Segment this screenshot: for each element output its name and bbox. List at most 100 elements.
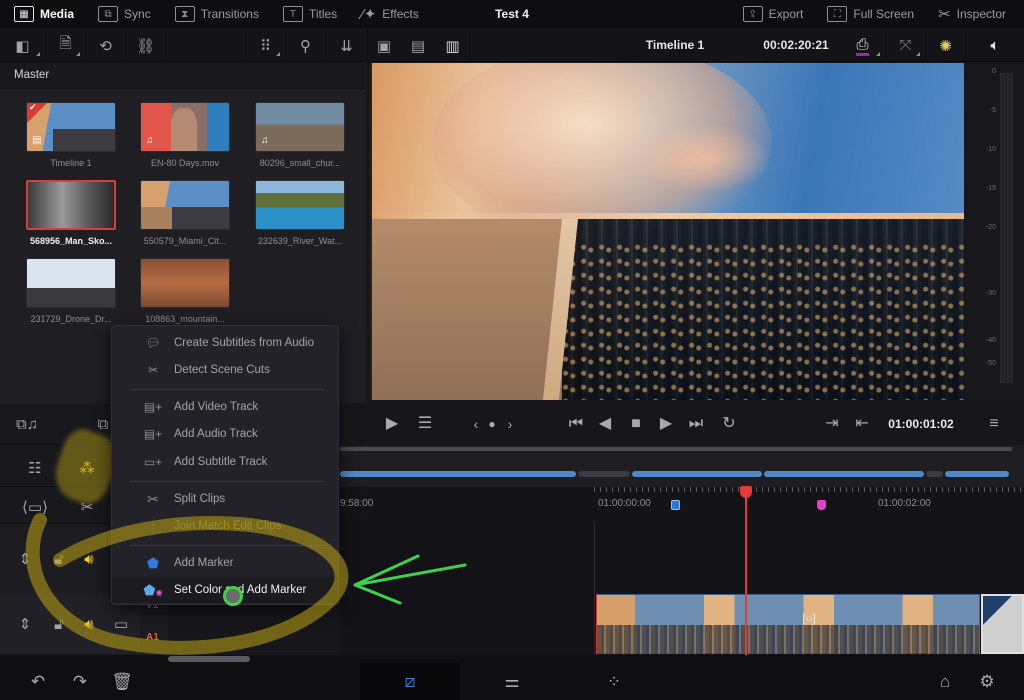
- tab-transitions[interactable]: ⧗ Transitions: [161, 0, 269, 28]
- sort-button[interactable]: ⇊: [326, 29, 368, 62]
- chevron-left-icon: ‹: [473, 416, 479, 432]
- tab-sync[interactable]: ⧉ Sync: [84, 0, 161, 28]
- search-button[interactable]: ⚲: [286, 29, 326, 62]
- overview-clip[interactable]: [632, 471, 762, 477]
- next-video-clip[interactable]: [981, 594, 1024, 654]
- timeline-marker-blue[interactable]: [671, 500, 680, 510]
- timeline-view-icon: ▥: [445, 37, 460, 55]
- view-mode-button[interactable]: ⠿: [246, 29, 286, 62]
- tab-media[interactable]: ▦ Media: [0, 0, 84, 28]
- stop-button[interactable]: ■: [624, 403, 648, 445]
- clip-thumbnail: ♫: [255, 102, 345, 152]
- previous-edit-button[interactable]: ⇤: [850, 403, 874, 445]
- import-media-button[interactable]: 🗎: [46, 29, 86, 62]
- menu-item-detect-scene-cuts[interactable]: ✂ Detect Scene Cuts: [112, 357, 338, 383]
- timeline-horizontal-scrollbar[interactable]: [168, 656, 250, 662]
- overview-clip[interactable]: [764, 471, 924, 477]
- settings-button[interactable]: ⚙: [972, 663, 1002, 700]
- tab-effects[interactable]: ⁄✦ Effects: [347, 0, 429, 28]
- page-fusion-button[interactable]: ⁘: [598, 663, 630, 700]
- media-clip[interactable]: 108863_mountain...: [140, 258, 230, 324]
- media-clip[interactable]: 568956_Man_Sko...: [26, 180, 116, 246]
- next-marker-button[interactable]: ›: [500, 403, 520, 445]
- video-clip[interactable]: [596, 594, 980, 654]
- marker-dot-button[interactable]: ●: [484, 403, 500, 445]
- export-button[interactable]: ⇪ Export: [729, 0, 814, 28]
- source-clip-button[interactable]: ▣: [368, 29, 400, 62]
- timeline-view-button[interactable]: ▥: [436, 29, 470, 62]
- media-clip[interactable]: 231729_Drone_Dr...: [26, 258, 116, 324]
- media-clip[interactable]: ♫ 80296_small_chur...: [255, 102, 345, 168]
- safe-area-button[interactable]: ⎙: [840, 29, 886, 62]
- overview-timeline[interactable]: [340, 445, 1024, 487]
- overview-clip[interactable]: [340, 471, 576, 477]
- overview-clip[interactable]: [945, 471, 1009, 477]
- tab-titles[interactable]: T Titles: [269, 0, 347, 28]
- relink-button[interactable]: ⟲: [86, 29, 126, 62]
- menu-item-create-subtitles[interactable]: 💬︎ Create Subtitles from Audio: [112, 330, 338, 356]
- meter-channel-left: [1000, 73, 1006, 383]
- page-edit-button[interactable]: ⚌: [496, 663, 528, 700]
- next-edit-button[interactable]: ⇥: [820, 403, 844, 445]
- timeline-tracks[interactable]: [‹›]: [340, 521, 1024, 655]
- timeline-name-dropdown[interactable]: Timeline 1: [600, 29, 750, 62]
- delete-button[interactable]: 🗑︎: [108, 663, 136, 700]
- go-to-start-button[interactable]: ⏮: [562, 403, 590, 445]
- viewer-menu-button[interactable]: ≡: [982, 403, 1006, 445]
- menu-item-add-marker[interactable]: ⬟ Add Marker: [112, 550, 338, 576]
- unlink-button[interactable]: ⛓: [126, 29, 166, 62]
- smart-insert-button[interactable]: ⧉♫: [10, 409, 44, 439]
- toggle-panel-button[interactable]: ◧: [0, 29, 46, 62]
- menu-item-add-video-track[interactable]: ▤+ Add Video Track: [112, 394, 338, 420]
- page-cut-button[interactable]: ⧄: [360, 663, 460, 700]
- play-around-button[interactable]: ▶︎: [376, 403, 408, 445]
- home-button[interactable]: ⌂: [930, 663, 960, 700]
- full-screen-button[interactable]: ⛶ Full Screen: [813, 0, 924, 28]
- clip-edit-button[interactable]: ⟨▭⟩: [18, 493, 52, 521]
- play-icon: ▶: [659, 415, 673, 432]
- sync-icon: ⧉: [98, 6, 119, 22]
- clip-name: Timeline 1: [50, 158, 92, 168]
- timeline-ruler[interactable]: 9:58:00 01:00:00:00 01:00:02:00: [340, 487, 1024, 521]
- undo-button[interactable]: ↶: [24, 663, 52, 700]
- media-pool-header: Master: [0, 63, 366, 89]
- transition-handle[interactable]: [‹›]: [800, 613, 818, 633]
- source-tape-icon: ▤: [410, 37, 426, 55]
- media-clip[interactable]: ♫ EN-80 Days.mov: [140, 102, 230, 168]
- track-lock-button[interactable]: 🔓︎: [46, 611, 72, 637]
- track-audio-toggle[interactable]: 🔊︎: [76, 611, 102, 637]
- color-button[interactable]: ✺: [926, 29, 966, 62]
- inspector-button[interactable]: ✂ Inspector: [924, 0, 1024, 28]
- track-audio-toggle[interactable]: 🔊︎: [76, 546, 102, 572]
- track-lock-button[interactable]: 🔓︎: [46, 546, 72, 572]
- media-clip[interactable]: 232639_River_Wat...: [255, 180, 345, 246]
- export-label: Export: [768, 7, 804, 21]
- reverse-button[interactable]: ◀: [594, 403, 616, 445]
- viewer-settings-button[interactable]: ☰: [410, 403, 440, 445]
- ruler-ticks: [594, 487, 1024, 492]
- loop-button[interactable]: ↻: [716, 403, 742, 445]
- playhead[interactable]: [745, 487, 747, 655]
- color-wheel-icon: ✺: [939, 37, 952, 55]
- track-height-button[interactable]: ⇕: [12, 546, 38, 572]
- audio-button[interactable]: 🔈︎: [966, 29, 1024, 62]
- media-clip[interactable]: 550579_Miami_Cit...: [140, 180, 230, 246]
- media-clip[interactable]: ✔ ▤ Timeline 1: [26, 102, 116, 168]
- track-height-button[interactable]: ⇕: [12, 611, 38, 637]
- track-video-toggle[interactable]: ▭: [108, 611, 134, 637]
- go-to-end-button[interactable]: ⏭: [682, 403, 710, 445]
- source-viewer[interactable]: [370, 63, 964, 400]
- previous-marker-button[interactable]: ‹: [466, 403, 486, 445]
- playhead-handle[interactable]: [740, 486, 752, 498]
- play-button[interactable]: ▶: [654, 403, 678, 445]
- menu-item-label: Join Match Edit Clips: [174, 520, 282, 532]
- source-tape-button[interactable]: ▤: [400, 29, 436, 62]
- close-up-button[interactable]: ☷: [18, 453, 52, 483]
- transform-button[interactable]: ⤧: [886, 29, 926, 62]
- grid-view-icon: ⠿: [260, 37, 271, 55]
- menu-item-add-audio-track[interactable]: ▤+ Add Audio Track: [112, 421, 338, 447]
- redo-button[interactable]: ↷: [66, 663, 94, 700]
- menu-item-split-clips[interactable]: ✂ Split Clips: [112, 486, 338, 512]
- menu-item-add-subtitle-track[interactable]: ▭+ Add Subtitle Track: [112, 449, 338, 475]
- timeline-marker-pink[interactable]: [817, 500, 826, 510]
